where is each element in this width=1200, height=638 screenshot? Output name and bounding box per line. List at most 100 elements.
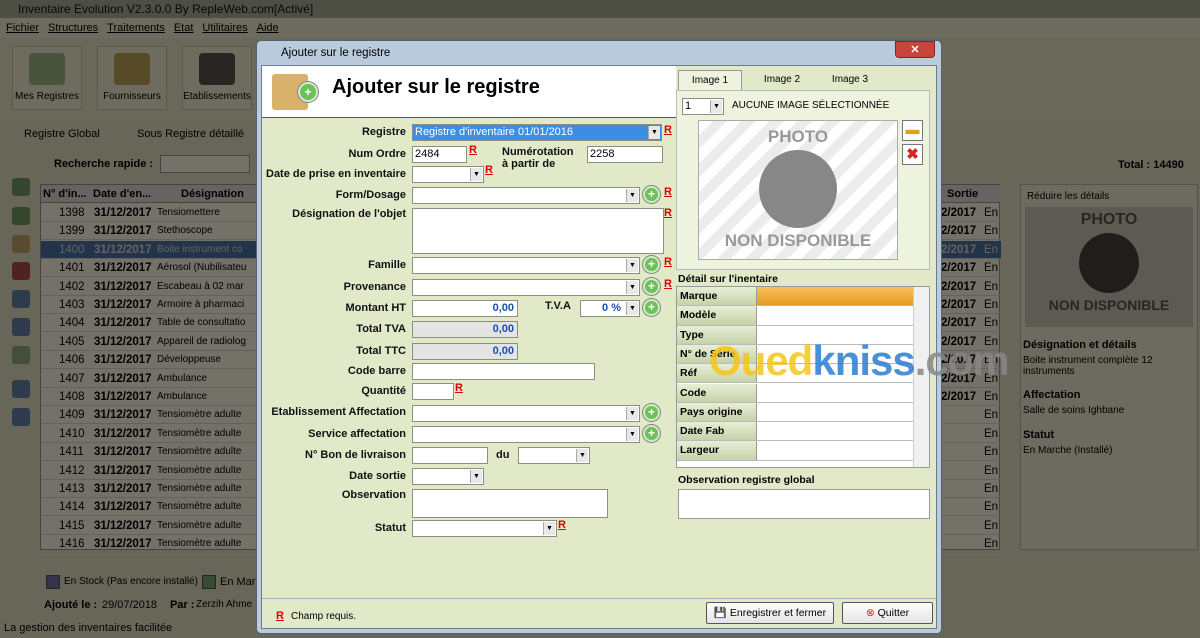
tab-sous-registre[interactable]: Sous Registre détaillé	[137, 128, 244, 140]
cell-date: 31/12/2017	[94, 519, 152, 532]
image-index-select[interactable]: 1 ▼	[682, 98, 724, 115]
cell-etat: En	[984, 519, 999, 532]
refresh-icon[interactable]	[12, 178, 30, 196]
open-folder-button[interactable]: ▬	[902, 120, 923, 141]
menu-fichier[interactable]: Fichier	[6, 22, 39, 34]
close-button[interactable]: ✕	[895, 41, 935, 58]
detail-row[interactable]: Date Fab	[677, 422, 913, 442]
fournisseurs-button[interactable]: Fournisseurs	[97, 46, 167, 110]
total-tva-output[interactable]: 0,00	[412, 321, 518, 338]
required-marker: R	[276, 610, 284, 622]
delete-image-button[interactable]: ✖	[902, 144, 923, 165]
detail-row[interactable]: Modèle	[677, 306, 913, 326]
num-ordre-input[interactable]: 2484	[412, 146, 467, 163]
add-item-button[interactable]: +	[643, 256, 660, 273]
dropdown-arrow-icon[interactable]: ▼	[626, 281, 638, 294]
cell-date: 31/12/2017	[94, 225, 152, 238]
add-item-button[interactable]: +	[643, 299, 660, 316]
required-marker: R	[664, 256, 672, 268]
add-icon[interactable]	[12, 207, 30, 225]
menu-utilitaires[interactable]: Utilitaires	[202, 22, 247, 34]
detail-row[interactable]: Largeur	[677, 441, 913, 461]
add-item-button[interactable]: +	[643, 425, 660, 442]
cell-num: 1415	[59, 519, 85, 532]
dropdown-arrow-icon[interactable]: ▼	[626, 302, 638, 315]
next-icon[interactable]	[12, 318, 30, 336]
service-select[interactable]	[412, 426, 640, 443]
reduce-details-button[interactable]: Réduire les détails	[1027, 191, 1109, 202]
save-close-button[interactable]: 💾 Enregistrer et fermer	[706, 602, 834, 624]
legend-marche: En Mar	[220, 576, 256, 588]
statut-select[interactable]	[412, 520, 557, 537]
label-observation: Observation	[341, 489, 406, 501]
etablissements-button[interactable]: Etablissements	[182, 46, 252, 110]
registre-select[interactable]: Registre d'inventaire 01/01/2016	[412, 124, 662, 141]
no-image-label: AUCUNE IMAGE SÉLECTIONNÉE	[732, 100, 890, 111]
non-dispo-text: NON DISPONIBLE	[1048, 297, 1170, 313]
observation-textarea[interactable]	[412, 489, 608, 518]
dropdown-arrow-icon[interactable]: ▼	[470, 470, 482, 483]
dropdown-arrow-icon[interactable]: ▼	[626, 407, 638, 420]
label-total_tva: Total TVA	[356, 323, 406, 335]
cell-num: 1408	[59, 391, 85, 403]
dropdown-arrow-icon[interactable]: ▼	[543, 522, 555, 535]
col-num[interactable]: N° d'in...	[43, 185, 87, 203]
bon-livraison-input[interactable]	[412, 447, 488, 464]
provenance-select[interactable]	[412, 279, 640, 296]
affectation-value: Salle de soins Ighbane	[1023, 405, 1125, 416]
quantite-input[interactable]	[412, 383, 454, 400]
dropdown-arrow-icon[interactable]: ▼	[626, 189, 638, 202]
total-ttc-output[interactable]: 0,00	[412, 343, 518, 360]
dropdown-arrow-icon[interactable]: ▼	[470, 168, 482, 181]
obs-global-label: Observation registre global	[678, 474, 815, 486]
dropdown-arrow-icon[interactable]: ▼	[626, 259, 638, 272]
numerotation-input[interactable]: 2258	[587, 146, 663, 163]
col-sortie[interactable]: Sortie	[947, 185, 978, 203]
dropdown-arrow-icon[interactable]: ▼	[648, 126, 660, 139]
cell-num: 1414	[59, 501, 85, 514]
montant-ht-input[interactable]: 0,00	[412, 300, 518, 317]
search-icon[interactable]	[12, 380, 30, 398]
etablissement-select[interactable]	[412, 405, 640, 422]
dropdown-arrow-icon[interactable]: ▼	[576, 449, 588, 462]
col-designation[interactable]: Désignation	[181, 185, 244, 203]
prev-icon[interactable]	[12, 290, 30, 308]
obs-global-input[interactable]	[678, 489, 930, 519]
menu-aide[interactable]: Aide	[257, 22, 279, 34]
dropdown-arrow-icon[interactable]: ▼	[626, 428, 638, 441]
designation-textarea[interactable]	[412, 208, 664, 254]
cell-sortie: 2/2017	[941, 317, 977, 330]
add-item-button[interactable]: +	[643, 404, 660, 421]
delete-icon[interactable]	[12, 262, 30, 280]
cell-num: 1405	[59, 335, 85, 348]
detail-field-label: Code	[677, 383, 757, 402]
detail-row[interactable]: Code	[677, 383, 913, 403]
cell-date: 31/12/2017	[94, 299, 152, 311]
menu-structures[interactable]: Structures	[48, 22, 98, 34]
edit-icon[interactable]	[12, 235, 30, 253]
validate-icon[interactable]	[12, 346, 30, 364]
label-form: Form/Dosage	[335, 189, 406, 201]
tab-registre-global[interactable]: Registre Global	[24, 128, 100, 140]
menu-traitements[interactable]: Traitements	[107, 22, 165, 34]
detail-row[interactable]: Marque	[677, 287, 913, 307]
famille-select[interactable]	[412, 257, 640, 274]
search-input[interactable]	[160, 155, 250, 173]
detail-row[interactable]: Pays origine	[677, 402, 913, 423]
tab-image-1[interactable]: Image 1	[678, 70, 742, 90]
cell-num: 1400	[59, 243, 85, 256]
mes-registres-button[interactable]: Mes Registres	[12, 46, 82, 110]
quit-button[interactable]: ⊗ Quitter	[842, 602, 933, 624]
photo-text: PHOTO	[767, 127, 829, 146]
cell-date: 31/12/2017	[94, 501, 152, 514]
form-dosage-select[interactable]	[412, 187, 640, 204]
add-item-button[interactable]: +	[643, 186, 660, 203]
zoom-icon[interactable]	[12, 408, 30, 426]
code-barre-input[interactable]	[412, 363, 595, 380]
cell-designation: Ambulance	[157, 372, 208, 384]
add-item-button[interactable]: +	[643, 278, 660, 295]
tab-image-3[interactable]: Image 3	[818, 70, 882, 90]
col-date[interactable]: Date d'en...	[93, 185, 151, 203]
tab-image-2[interactable]: Image 2	[750, 70, 814, 90]
menu-etat[interactable]: Etat	[174, 22, 194, 34]
